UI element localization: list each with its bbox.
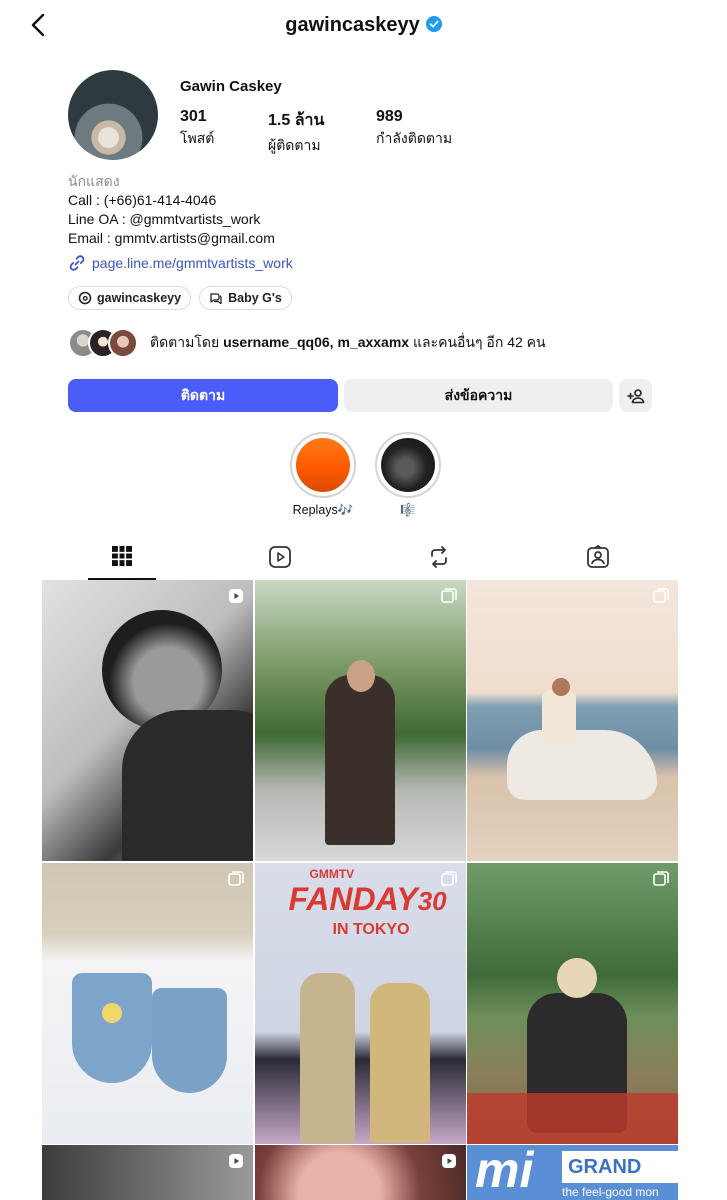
- tab-reels[interactable]: [246, 540, 314, 580]
- stat-following-label: กำลังติดตาม: [376, 130, 453, 146]
- profile-username-header: gawincaskeyy: [0, 14, 727, 37]
- followed-by-names: username_qq06, m_axxamx: [223, 334, 410, 350]
- reel-icon: [441, 1154, 456, 1168]
- post-text-tokyo: IN TOKYO: [332, 920, 410, 938]
- top-bar: gawincaskeyy: [0, 0, 727, 52]
- highlight-ring: [290, 432, 356, 498]
- stat-followers[interactable]: 1.5 ล้าน ผู้ติดตาม: [268, 108, 324, 157]
- grid-post[interactable]: [42, 1145, 253, 1200]
- threads-icon: [78, 291, 92, 305]
- followed-by-prefix: ติดตามโดย: [150, 334, 224, 350]
- post-text-fanday: FANDAY30: [288, 880, 447, 917]
- reel-icon: [229, 1154, 243, 1168]
- grid-post[interactable]: [467, 862, 678, 1144]
- stat-followers-label: ผู้ติดตาม: [268, 137, 321, 153]
- carousel-icon: [228, 870, 244, 886]
- highlight-replays[interactable]: Replays🎶: [290, 432, 356, 518]
- profile-tabs: [40, 540, 680, 580]
- bio-line: Call : (+66)61-414-4046: [68, 192, 217, 208]
- channel-icon: [210, 293, 222, 305]
- grid-post[interactable]: [254, 580, 466, 861]
- tab-posts[interactable]: [88, 540, 156, 580]
- stat-posts-label: โพสต์: [180, 130, 215, 146]
- avatar: [108, 328, 138, 358]
- post-text-gmmtv: GMMTV: [309, 866, 355, 881]
- bio: นักแสดง Call : (+66)61-414-4046 Line OA …: [68, 172, 275, 248]
- bio-line: Email : gmmtv.artists@gmail.com: [68, 230, 275, 246]
- followed-by-suffix: และคนอื่นๆ อีก 42 คน: [409, 334, 546, 350]
- highlight-label: 🎼: [400, 503, 416, 517]
- followed-by[interactable]: ติดตามโดย username_qq06, m_axxamx และคนอ…: [68, 328, 546, 358]
- stat-following[interactable]: 989 กำลังติดตาม: [376, 108, 452, 150]
- suggest-people-button[interactable]: [619, 379, 652, 412]
- follow-button[interactable]: ติดตาม: [68, 379, 338, 412]
- carousel-icon: [653, 1153, 669, 1168]
- post-text-grand-tag: the feel-good mon: [562, 1185, 659, 1199]
- profile-chips: gawincaskeyy Baby G's: [68, 286, 292, 310]
- grid-post[interactable]: [42, 862, 253, 1144]
- stat-posts[interactable]: 301 โพสต์: [180, 108, 214, 150]
- stat-posts-value: 301: [180, 108, 207, 125]
- tagged-icon: [587, 545, 609, 568]
- highlight-ring: [375, 432, 441, 498]
- stat-following-value: 989: [376, 108, 403, 125]
- highlight-music[interactable]: 🎼: [375, 432, 441, 518]
- grid-post[interactable]: [254, 1145, 466, 1200]
- highlight-cover: [296, 438, 350, 492]
- profile-name: Gawin Caskey: [180, 78, 282, 95]
- bio-link[interactable]: page.line.me/gmmtvartists_work: [68, 254, 293, 272]
- bio-link-text: page.line.me/gmmtvartists_work: [92, 255, 293, 271]
- add-person-icon: [626, 388, 644, 403]
- reposts-icon: [431, 546, 447, 568]
- reels-icon: [269, 546, 291, 568]
- channel-chip[interactable]: Baby G's: [199, 286, 292, 310]
- stat-followers-value: 1.5 ล้าน: [268, 112, 325, 129]
- grid-post[interactable]: GMMTV FANDAY30 IN TOKYO: [254, 862, 466, 1144]
- bio-line: Line OA : @gmmtvartists_work: [68, 211, 261, 227]
- username-text: gawincaskeyy: [285, 14, 420, 36]
- reel-icon: [229, 589, 243, 603]
- highlight-label: Replays🎶: [292, 503, 354, 517]
- bio-category: นักแสดง: [68, 173, 120, 189]
- message-button[interactable]: ส่งข้อความ: [344, 379, 613, 412]
- grid-post[interactable]: GRAND the feel-good mon mi: [467, 1145, 678, 1200]
- carousel-icon: [440, 588, 457, 603]
- tab-reposts[interactable]: [405, 540, 473, 580]
- channel-chip-label: Baby G's: [228, 291, 282, 305]
- followed-by-text: ติดตามโดย username_qq06, m_axxamx และคนอ…: [150, 332, 546, 354]
- carousel-icon: [653, 588, 669, 603]
- grid-post[interactable]: [467, 580, 678, 861]
- posts-grid: GMMTV FANDAY30 IN TOKYO GRAND the feel-g…: [42, 580, 678, 1200]
- link-icon: [69, 255, 85, 271]
- highlight-cover: [381, 438, 435, 492]
- tab-tagged[interactable]: [564, 540, 632, 580]
- threads-chip-label: gawincaskeyy: [97, 291, 182, 305]
- carousel-icon: [440, 870, 457, 886]
- carousel-icon: [653, 870, 669, 886]
- grid-post[interactable]: [42, 580, 253, 861]
- grid-icon: [112, 546, 132, 566]
- threads-chip[interactable]: gawincaskeyy: [68, 286, 192, 310]
- verified-badge-icon: [425, 16, 442, 32]
- avatar[interactable]: [68, 70, 158, 160]
